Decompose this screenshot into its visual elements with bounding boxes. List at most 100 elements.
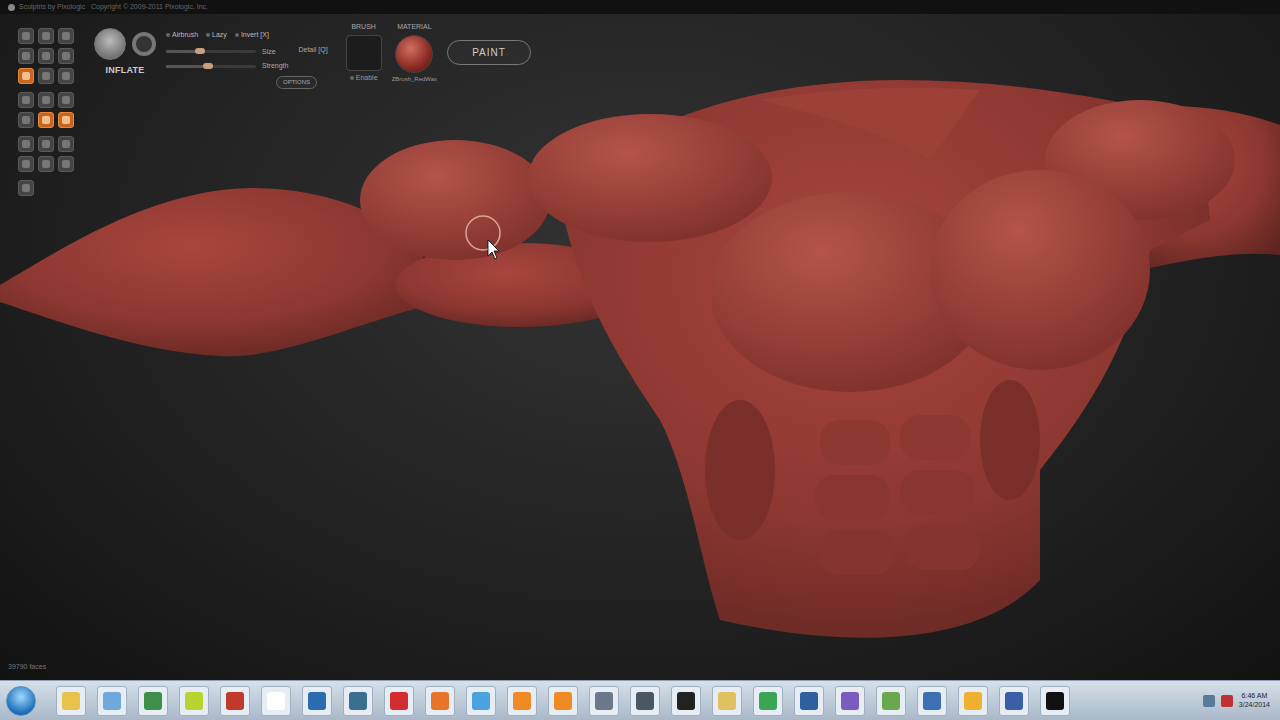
tool-button[interactable] (38, 112, 54, 128)
tool-button[interactable] (18, 68, 34, 84)
tool-button[interactable] (58, 136, 74, 152)
app-icon (185, 692, 203, 710)
tool-button[interactable] (18, 136, 34, 152)
tool-button[interactable] (58, 68, 74, 84)
tool-icon (22, 52, 30, 60)
app-icon (841, 692, 859, 710)
slider-handle[interactable] (203, 63, 213, 69)
enable-checkbox (350, 76, 354, 80)
app-icon (759, 692, 777, 710)
options-button[interactable]: OPTIONS (276, 76, 317, 89)
taskbar-app[interactable] (425, 686, 455, 716)
tool-button[interactable] (38, 68, 54, 84)
enable-toggle[interactable]: Enable (350, 73, 378, 84)
brush-option[interactable]: Invert [X] (235, 30, 269, 41)
tool-icon (22, 160, 30, 168)
taskbar-app[interactable] (466, 686, 496, 716)
app-icon (267, 692, 285, 710)
taskbar-app[interactable] (835, 686, 865, 716)
app-icon (554, 692, 572, 710)
app-icon (8, 4, 15, 11)
tool-button[interactable] (18, 28, 34, 44)
tool-button[interactable] (58, 156, 74, 172)
brush-texture-slot[interactable] (346, 35, 382, 71)
tool-group (18, 180, 74, 196)
tool-icon (62, 96, 70, 104)
tool-button[interactable] (38, 28, 54, 44)
face-count: 39790 faces (8, 662, 46, 673)
taskbar-app[interactable] (302, 686, 332, 716)
app-icon (595, 692, 613, 710)
app-icon (308, 692, 326, 710)
viewport[interactable]: INFLATEAirbrushLazyInvert [X]SizeStrengt… (0, 14, 1280, 680)
taskbar-app[interactable] (507, 686, 537, 716)
taskbar-app[interactable] (343, 686, 373, 716)
brush-option[interactable]: Lazy (206, 30, 227, 41)
slider-track[interactable] (166, 50, 256, 53)
tool-button[interactable] (18, 156, 34, 172)
slider-track[interactable] (166, 65, 256, 68)
tool-button[interactable] (18, 112, 34, 128)
taskbar-app[interactable] (138, 686, 168, 716)
tool-icon (22, 32, 30, 40)
brush-size-icon (132, 32, 156, 56)
app-icon (390, 692, 408, 710)
taskbar-app[interactable] (589, 686, 619, 716)
taskbar-app[interactable] (753, 686, 783, 716)
taskbar-app[interactable] (220, 686, 250, 716)
tray-icon[interactable] (1221, 695, 1233, 707)
clock[interactable]: 6:46 AM3/24/2014 (1239, 692, 1270, 709)
taskbar-app[interactable] (958, 686, 988, 716)
app-icon (800, 692, 818, 710)
slider-fill (166, 65, 208, 68)
tool-icon (42, 140, 50, 148)
start-button-icon[interactable] (6, 686, 36, 716)
taskbar-app[interactable] (261, 686, 291, 716)
tool-button[interactable] (18, 48, 34, 64)
tray-icon[interactable] (1203, 695, 1215, 707)
detail-label[interactable]: Detail [Q] (298, 43, 327, 72)
tool-button[interactable] (38, 48, 54, 64)
app-icon (349, 692, 367, 710)
brush-settings: AirbrushLazyInvert [X]SizeStrengthDetail… (166, 28, 328, 89)
tool-group (18, 136, 74, 172)
toolbar: INFLATEAirbrushLazyInvert [X]SizeStrengt… (0, 14, 1280, 196)
tool-button[interactable] (18, 92, 34, 108)
taskbar-app[interactable] (794, 686, 824, 716)
material-sphere[interactable] (395, 35, 433, 73)
brush-tool[interactable]: INFLATE (94, 28, 156, 78)
taskbar-app[interactable] (876, 686, 906, 716)
window-title: Sculptris by Pixologic Copyright © 2009-… (19, 2, 208, 13)
taskbar-app[interactable] (917, 686, 947, 716)
brush-option[interactable]: Airbrush (166, 30, 198, 41)
taskbar-app[interactable] (179, 686, 209, 716)
paint-button[interactable]: PAINT (447, 40, 531, 65)
tool-icon (42, 32, 50, 40)
tool-button[interactable] (38, 156, 54, 172)
sculpt-model[interactable] (0, 14, 1280, 680)
system-tray: 6:46 AM3/24/2014 (1203, 692, 1276, 709)
taskbar-app[interactable] (97, 686, 127, 716)
app-icon (964, 692, 982, 710)
tool-button[interactable] (38, 92, 54, 108)
taskbar-app[interactable] (999, 686, 1029, 716)
taskbar-app[interactable] (1040, 686, 1070, 716)
slider-handle[interactable] (195, 48, 205, 54)
taskbar-app[interactable] (56, 686, 86, 716)
tool-button[interactable] (38, 136, 54, 152)
taskbar-app[interactable] (712, 686, 742, 716)
material: MATERIALZBrush_RedWax (392, 22, 437, 84)
taskbar-app[interactable] (630, 686, 660, 716)
taskbar-app[interactable] (384, 686, 414, 716)
tool-button[interactable] (58, 28, 74, 44)
taskbar-app[interactable] (671, 686, 701, 716)
tool-icon (62, 72, 70, 80)
tool-button[interactable] (18, 180, 34, 196)
tool-icon (22, 96, 30, 104)
tool-button[interactable] (58, 48, 74, 64)
tool-button[interactable] (58, 112, 74, 128)
tool-button[interactable] (58, 92, 74, 108)
tool-palette (18, 28, 74, 196)
tool-icon (62, 52, 70, 60)
taskbar-app[interactable] (548, 686, 578, 716)
